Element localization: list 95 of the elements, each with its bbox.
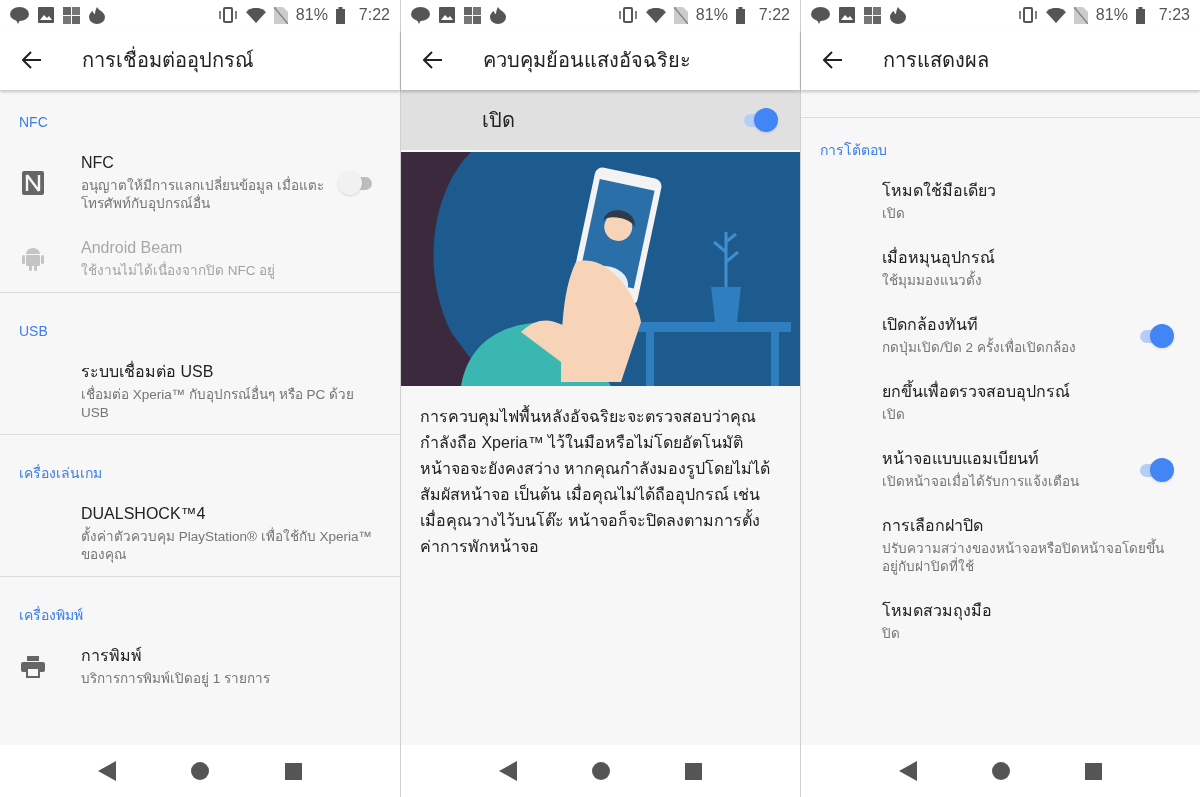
clock-time: 7:23 (1158, 5, 1190, 25)
feature-description: การควบคุมไฟพื้นหลังอัจฉริยะจะตรวจสอบว่าคุณกำลังถือ Xperia™ ไว้ในมือหรือไม่โดยอัตโนมัติ หน้าจอจะยังคงสว่าง หากคุณกำลังมองรูปโดยไม่ได้สัมผัสหน้าจอ เป็นต้น เมื่อคุณไม่ได้ถืออุปกรณ์ เช่น เมื่อคุณวางไว้บนโต๊ะ หน้าจอก็จะปิดลงตามการตั้งค่าการพักหน้าจอ (401, 386, 800, 560)
battery-percentage: 81% (1095, 5, 1128, 25)
settings-item[interactable]: เมื่อหมุนอุปกรณ์ ใช้มุมมองแนวตั้ง (801, 235, 1200, 302)
overview-square-icon[interactable] (685, 762, 703, 780)
printer-icon (20, 655, 45, 678)
settings-item[interactable]: เปิดกล้องทันที กดปุ่มเปิด/ปิด 2 ครั้งเพื่อเปิดกล้อง (801, 302, 1200, 369)
item-summary: ปิด (882, 625, 901, 643)
item-summary: ใช้งานไม่ได้เนื่องจากปิด NFC อยู่ (81, 262, 277, 280)
overview-square-icon[interactable] (285, 762, 303, 780)
section-header: USB (19, 323, 48, 339)
item-title: โหมดสวมถุงมือ (882, 600, 993, 622)
battery-icon (335, 6, 345, 24)
app-icon (63, 6, 80, 24)
item-summary: ตั้งค่าตัวควบคุม PlayStation® เพื่อใช้กับ Xperia™ ของคุณ (81, 528, 374, 564)
item-summary: ปรับความสว่างของหน้าจอหรือปิดหน้าจอโดยขึ้นอยู่กับฝาปิดที่ใช้ (882, 540, 1174, 576)
chat-bubble-icon (411, 6, 430, 24)
no-sim-icon (273, 6, 288, 24)
item-title: ยกขึ้นเพื่อตรวจสอบอุปกรณ์ (882, 381, 1174, 403)
back-arrow-icon[interactable] (823, 51, 843, 69)
wifi-icon (245, 7, 266, 23)
flame-icon (490, 6, 506, 24)
battery-icon (735, 6, 745, 24)
vibrate-icon (1017, 7, 1038, 23)
settings-item[interactable]: การเลือกฝาปิด ปรับความสว่างของหน้าจอหรือปิดหน้าจอโดยขึ้นอยู่กับฝาปิดที่ใช้ (801, 503, 1200, 588)
home-circle-icon[interactable] (191, 762, 210, 780)
item-summary: อนุญาตให้มีการแลกเปลี่ยนข้อมูล เมื่อแตะโทรศัพท์กับอุปกรณ์อื่น (81, 177, 324, 213)
item-title: โหมดใช้มือเดียว (882, 180, 997, 201)
vibrate-icon (617, 7, 638, 23)
item-summary: กดปุ่มเปิด/ปิด 2 ครั้งเพื่อเปิดกล้อง (882, 339, 1124, 357)
item-summary: เชื่อมต่อ Xperia™ กับอุปกรณ์อื่นๆ หรือ PC ด้วย USB (81, 386, 356, 422)
android-robot-icon (20, 245, 45, 272)
item-title: Android Beam (81, 238, 184, 258)
item-title: การพิมพ์ (81, 645, 143, 666)
item-summary: ใช้มุมมองแนวตั้ง (882, 272, 1174, 290)
image-icon (38, 7, 54, 23)
item-title: การเลือกฝาปิด (882, 516, 984, 536)
settings-item[interactable]: การพิมพ์ บริการการพิมพ์เปิดอยู่ 1 รายการ (0, 633, 400, 700)
toggle-switch[interactable] (1138, 323, 1174, 348)
vibrate-icon (217, 7, 238, 23)
item-title: หน้าจอแบบแอมเบียนท์ (882, 448, 1040, 469)
item-summary: บริการการพิมพ์เปิดอยู่ 1 รายการ (81, 670, 271, 688)
toggle-switch[interactable] (338, 170, 374, 195)
screen-title: ควบคุมย้อนแสงอัจฉริยะ (483, 48, 691, 75)
no-sim-icon (673, 6, 688, 24)
item-summary: เปิดหน้าจอเมื่อได้รับการแจ้งเตือน (882, 473, 1080, 491)
section-header: การโต้ตอบ (820, 142, 887, 158)
settings-item[interactable]: ยกขึ้นเพื่อตรวจสอบอุปกรณ์ เปิด (801, 369, 1200, 436)
switch-label: เปิด (482, 108, 516, 133)
master-switch-bar[interactable]: เปิด (401, 90, 800, 150)
flame-icon (89, 6, 105, 24)
toggle-switch[interactable] (1138, 457, 1174, 482)
app-icon (864, 6, 881, 24)
item-summary: เปิด (882, 406, 906, 424)
item-title: เปิดกล้องทันที (882, 315, 979, 335)
item-title: NFC (81, 153, 115, 173)
screen-title: การแสดงผล (883, 48, 989, 73)
home-circle-icon[interactable] (992, 762, 1010, 780)
wifi-icon (645, 7, 666, 23)
chat-bubble-icon (10, 6, 29, 24)
nfc-icon (21, 170, 44, 195)
image-icon (439, 7, 455, 23)
app-icon (464, 6, 481, 24)
screen-title: การเชื่อมต่ออุปกรณ์ (82, 45, 254, 75)
section-header: NFC (19, 114, 48, 130)
back-triangle-icon[interactable] (898, 761, 917, 781)
back-arrow-icon[interactable] (423, 51, 443, 69)
battery-percentage: 81% (295, 5, 328, 25)
clock-time: 7:22 (758, 5, 790, 25)
image-icon (839, 7, 855, 23)
item-summary: เปิด (882, 205, 906, 223)
section-header: เครื่องเล่นเกม (19, 465, 102, 481)
settings-item[interactable]: โหมดใช้มือเดียว เปิด (801, 168, 1200, 235)
chat-bubble-icon (811, 6, 830, 24)
clock-time: 7:22 (358, 5, 390, 25)
settings-item[interactable]: DUALSHOCK™4 ตั้งค่าตัวควบคุม PlayStation® เพื่อใช้กับ Xperia™ ของคุณ (0, 491, 400, 576)
battery-percentage: 81% (695, 5, 728, 25)
settings-item[interactable]: ระบบเชื่อมต่อ USB เชื่อมต่อ Xperia™ กับอุปกรณ์อื่นๆ หรือ PC ด้วย USB (0, 349, 400, 434)
back-triangle-icon[interactable] (498, 761, 517, 781)
settings-item[interactable]: หน้าจอแบบแอมเบียนท์ เปิดหน้าจอเมื่อได้รับการแจ้งเตือน (801, 436, 1200, 503)
home-circle-icon[interactable] (592, 762, 610, 780)
overview-square-icon[interactable] (1085, 762, 1103, 780)
battery-icon (1135, 6, 1145, 24)
toggle-switch[interactable] (742, 108, 778, 132)
item-title: ระบบเชื่อมต่อ USB (81, 361, 215, 382)
section-header: เครื่องพิมพ์ (19, 607, 83, 623)
no-sim-icon (1073, 6, 1088, 24)
flame-icon (890, 6, 906, 24)
settings-item[interactable]: โหมดสวมถุงมือ ปิด (801, 588, 1200, 655)
back-triangle-icon[interactable] (97, 761, 116, 781)
settings-item[interactable]: NFC อนุญาตให้มีการแลกเปลี่ยนข้อมูล เมื่อแตะโทรศัพท์กับอุปกรณ์อื่น (0, 140, 400, 225)
item-title: DUALSHOCK™4 (81, 504, 207, 524)
wifi-icon (1045, 7, 1066, 23)
item-title: เมื่อหมุนอุปกรณ์ (882, 247, 996, 269)
back-arrow-icon[interactable] (22, 51, 42, 69)
